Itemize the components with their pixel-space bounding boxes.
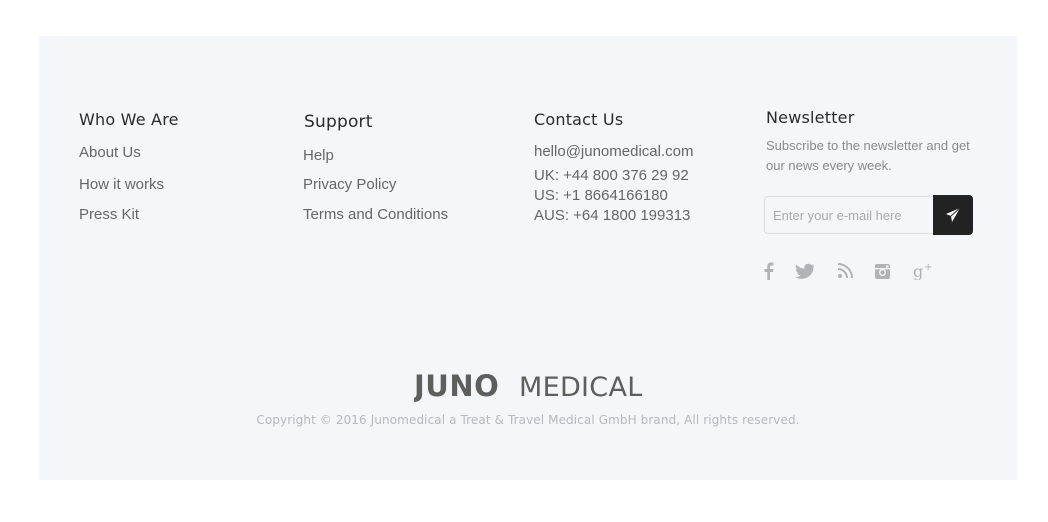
paper-plane-icon (946, 207, 961, 222)
support-heading: Support (304, 112, 373, 132)
newsletter-submit-button[interactable] (933, 195, 973, 235)
press-kit-link[interactable]: Press Kit (79, 206, 139, 223)
newsletter-email-input[interactable] (764, 196, 933, 234)
phone-us: US: +1 8664166180 (534, 187, 668, 204)
social-links: g + (764, 260, 966, 284)
svg-text:JUNO: JUNO (414, 369, 499, 403)
junomedical-logo[interactable]: JUNO MEDICAL (412, 366, 644, 406)
help-link[interactable]: Help (303, 147, 334, 164)
svg-text:MEDICAL: MEDICAL (519, 372, 643, 403)
instagram-icon[interactable] (871, 260, 893, 282)
who-we-are-heading: Who We Are (79, 110, 179, 129)
newsletter-description: Subscribe to the newsletter and get our … (766, 138, 970, 173)
twitter-icon[interactable] (794, 260, 816, 282)
email-link[interactable]: hello@junomedical.com (534, 143, 693, 160)
contact-heading: Contact Us (534, 110, 624, 129)
phone-aus: AUS: +64 1800 199313 (534, 207, 691, 224)
how-it-works-link[interactable]: How it works (79, 176, 164, 193)
svg-text:+: + (924, 262, 932, 273)
facebook-icon[interactable] (758, 260, 780, 282)
privacy-policy-link[interactable]: Privacy Policy (303, 176, 396, 193)
site-footer: Who We Are About Us How it works Press K… (39, 36, 1017, 480)
rss-icon[interactable] (834, 260, 856, 282)
terms-link[interactable]: Terms and Conditions (303, 206, 448, 223)
phone-uk: UK: +44 800 376 29 92 (534, 167, 689, 184)
svg-text:g: g (913, 262, 923, 280)
copyright-text: Copyright © 2016 Junomedical a Treat & T… (256, 413, 800, 427)
newsletter-form (764, 195, 973, 235)
google-plus-icon[interactable]: g + (911, 260, 937, 282)
about-us-link[interactable]: About Us (79, 144, 141, 161)
newsletter-heading: Newsletter (766, 108, 855, 127)
